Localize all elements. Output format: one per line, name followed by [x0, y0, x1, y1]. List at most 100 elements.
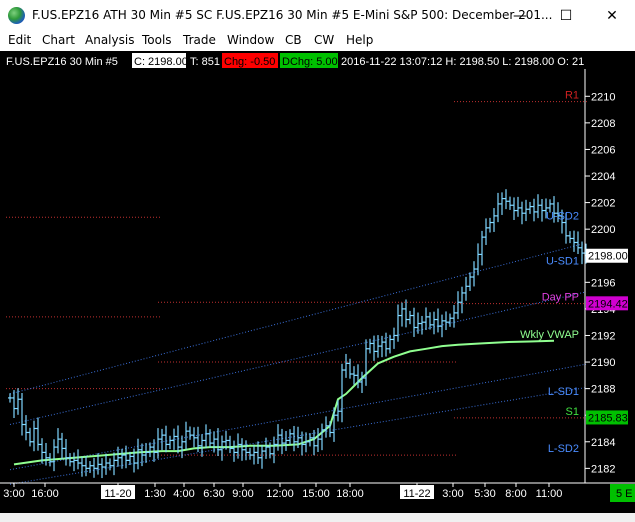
price-bar	[72, 452, 76, 472]
price-bar	[64, 438, 68, 466]
menu-tools[interactable]: Tools	[142, 33, 172, 47]
price-bar	[420, 315, 424, 335]
x-tick-label: 11-20	[104, 488, 131, 500]
price-bar	[316, 428, 320, 453]
bar-info: 2016-11-22 13:07:12 H: 2198.50 L: 2198.0…	[341, 56, 584, 68]
y-tick-label: 2182	[591, 463, 615, 475]
sd-band-line	[9, 363, 587, 471]
dchg-value: DChg: 5.00	[282, 56, 338, 68]
menu-cw[interactable]: CW	[314, 33, 334, 47]
price-bar	[440, 314, 444, 338]
menu-cb[interactable]: CB	[285, 33, 302, 47]
price-bar	[512, 197, 516, 221]
price-bar	[580, 241, 584, 265]
price-bar	[500, 192, 504, 215]
price-bar	[360, 371, 364, 394]
price-bar	[460, 286, 464, 314]
price-bar	[44, 442, 48, 466]
window-title: F.US.EPZ16 ATH 30 Min #5 SC F.US.EPZ16 3…	[32, 8, 553, 22]
chart-area[interactable]: F.US.EPZ16 30 Min #5 C: 2198.00 T: 851 C…	[0, 51, 635, 513]
menu-window[interactable]: Window	[227, 33, 274, 47]
x-tick-label: 3:00	[3, 488, 24, 500]
price-bar	[436, 308, 440, 333]
price-bar	[484, 218, 488, 245]
price-bar	[208, 429, 212, 448]
price-chart[interactable]: F.US.EPZ16 30 Min #5 C: 2198.00 T: 851 C…	[0, 51, 635, 513]
close-value: C: 2198.00	[134, 56, 188, 68]
price-bar	[524, 199, 528, 222]
minimize-button[interactable]: —	[497, 0, 543, 31]
price-bar	[404, 299, 408, 328]
price-bar	[352, 366, 356, 385]
s1-marker: 2185.83	[588, 412, 628, 424]
y-tick-label: 2206	[591, 144, 615, 156]
price-bar	[76, 449, 80, 470]
price-bar	[240, 438, 244, 461]
level-label: R1	[565, 90, 579, 102]
price-bar	[104, 453, 108, 475]
price-bar	[84, 456, 88, 477]
price-bar	[332, 407, 336, 442]
price-bar	[124, 445, 128, 469]
price-bar	[8, 393, 12, 403]
price-bar	[568, 231, 572, 244]
price-bar	[364, 339, 368, 386]
y-tick-label: 2204	[591, 171, 615, 183]
price-bar	[576, 231, 580, 255]
price-bar	[204, 424, 208, 449]
menu-chart[interactable]: Chart	[42, 33, 75, 47]
price-bar	[452, 305, 456, 328]
y-tick-label: 2190	[591, 357, 615, 369]
price-bar	[376, 335, 380, 358]
maximize-button[interactable]: ☐	[543, 0, 589, 31]
price-bar	[108, 458, 112, 471]
chg-value: Chg: -0.50	[224, 56, 275, 68]
level-label: Day PP	[542, 292, 579, 304]
price-bar	[24, 415, 28, 441]
x-tick-label: 12:00	[266, 488, 294, 500]
price-bar	[448, 313, 452, 327]
chart-symbol: F.US.EPZ16 30 Min #5	[6, 56, 118, 68]
price-bar	[532, 198, 536, 222]
price-bar	[160, 428, 164, 451]
y-tick-label: 2200	[591, 224, 615, 236]
price-bar	[480, 230, 484, 266]
level-label: U-SD2	[546, 211, 579, 223]
x-tick-label: 3:00	[442, 488, 463, 500]
price-bar	[476, 243, 480, 276]
price-bar	[412, 307, 416, 337]
price-bar	[248, 447, 252, 460]
price-bar	[444, 311, 448, 331]
price-bar	[112, 452, 116, 476]
price-bar	[540, 199, 544, 222]
price-bar	[180, 435, 184, 459]
price-bar	[68, 453, 72, 467]
price-bar	[320, 423, 324, 451]
price-bar	[216, 428, 220, 456]
price-bar	[276, 424, 280, 451]
price-bar	[260, 444, 264, 469]
price-bar	[516, 196, 520, 217]
price-bar	[28, 427, 32, 447]
x-tick-label: 11-22	[403, 488, 430, 500]
menu-edit[interactable]: Edit	[8, 33, 31, 47]
price-bar	[244, 440, 248, 461]
menu-trade[interactable]: Trade	[183, 33, 216, 47]
level-label: L-SD1	[548, 386, 579, 398]
x-tick-label: 8:00	[505, 488, 526, 500]
day-pp-marker: 2194.42	[588, 298, 628, 310]
price-bar	[192, 427, 196, 448]
menu-analysis[interactable]: Analysis	[85, 33, 134, 47]
horizontal-scrollbar[interactable]	[0, 513, 635, 522]
close-button[interactable]: ✕	[589, 0, 635, 31]
y-tick-label: 2196	[591, 277, 615, 289]
x-tick-label: 1:30	[144, 488, 165, 500]
price-bar	[184, 421, 188, 450]
price-bar	[52, 439, 56, 472]
menu-help[interactable]: Help	[346, 33, 373, 47]
price-bar	[504, 189, 508, 210]
x-tick-label: 4:00	[173, 488, 194, 500]
x-tick-label: 9:00	[232, 488, 253, 500]
price-bar	[456, 291, 460, 320]
price-bar	[432, 311, 436, 335]
